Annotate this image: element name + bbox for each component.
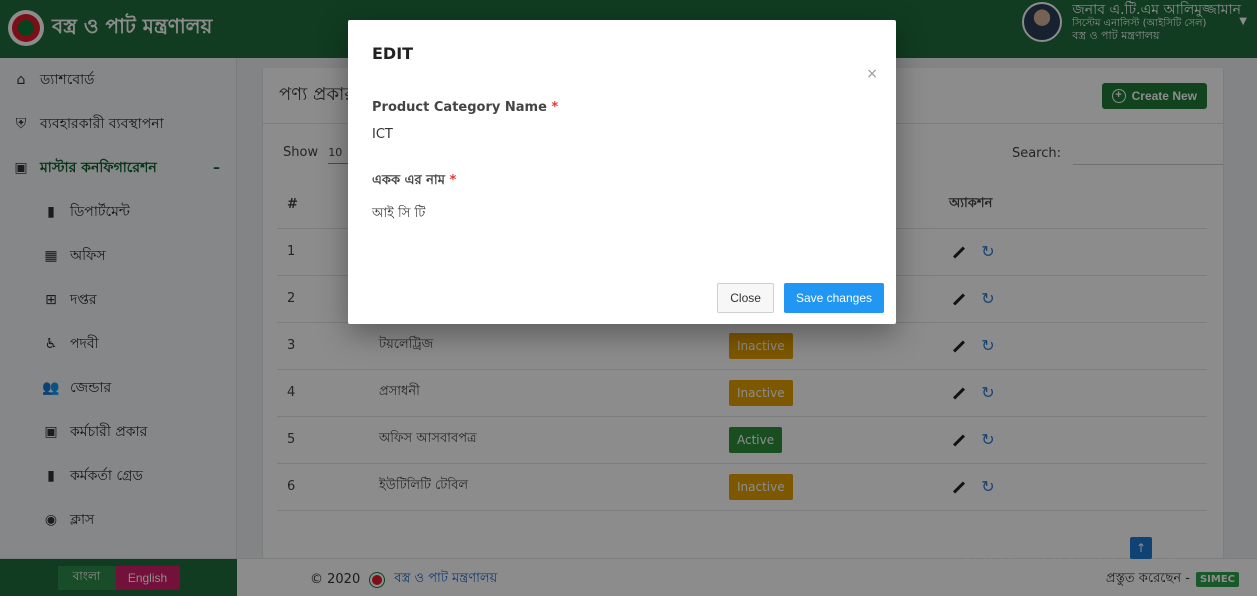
field-label-text: Product Category Name xyxy=(372,100,547,115)
required-indicator: * xyxy=(449,173,457,188)
close-icon[interactable]: × xyxy=(866,66,878,82)
modal-body: Product Category Name * ICT একক এর নাম *… xyxy=(348,90,896,232)
edit-modal: EDIT × Product Category Name * ICT একক এ… xyxy=(348,20,896,324)
required-indicator: * xyxy=(551,100,559,115)
product-category-name-input[interactable]: ICT xyxy=(372,127,872,155)
unit-name-field: একক এর নাম * আই সি টি xyxy=(372,171,872,232)
modal-header: EDIT × xyxy=(348,20,896,90)
unit-name-input[interactable]: আই সি টি xyxy=(372,204,872,232)
close-button[interactable]: Close xyxy=(717,283,774,313)
field-label: Product Category Name * xyxy=(372,100,872,115)
modal-title: EDIT xyxy=(372,44,414,63)
field-label: একক এর নাম * xyxy=(372,171,872,192)
save-changes-button[interactable]: Save changes xyxy=(783,283,884,313)
field-label-text: একক এর নাম xyxy=(372,173,445,188)
product-category-name-field: Product Category Name * ICT xyxy=(372,100,872,155)
modal-footer: Close Save changes xyxy=(348,272,896,324)
